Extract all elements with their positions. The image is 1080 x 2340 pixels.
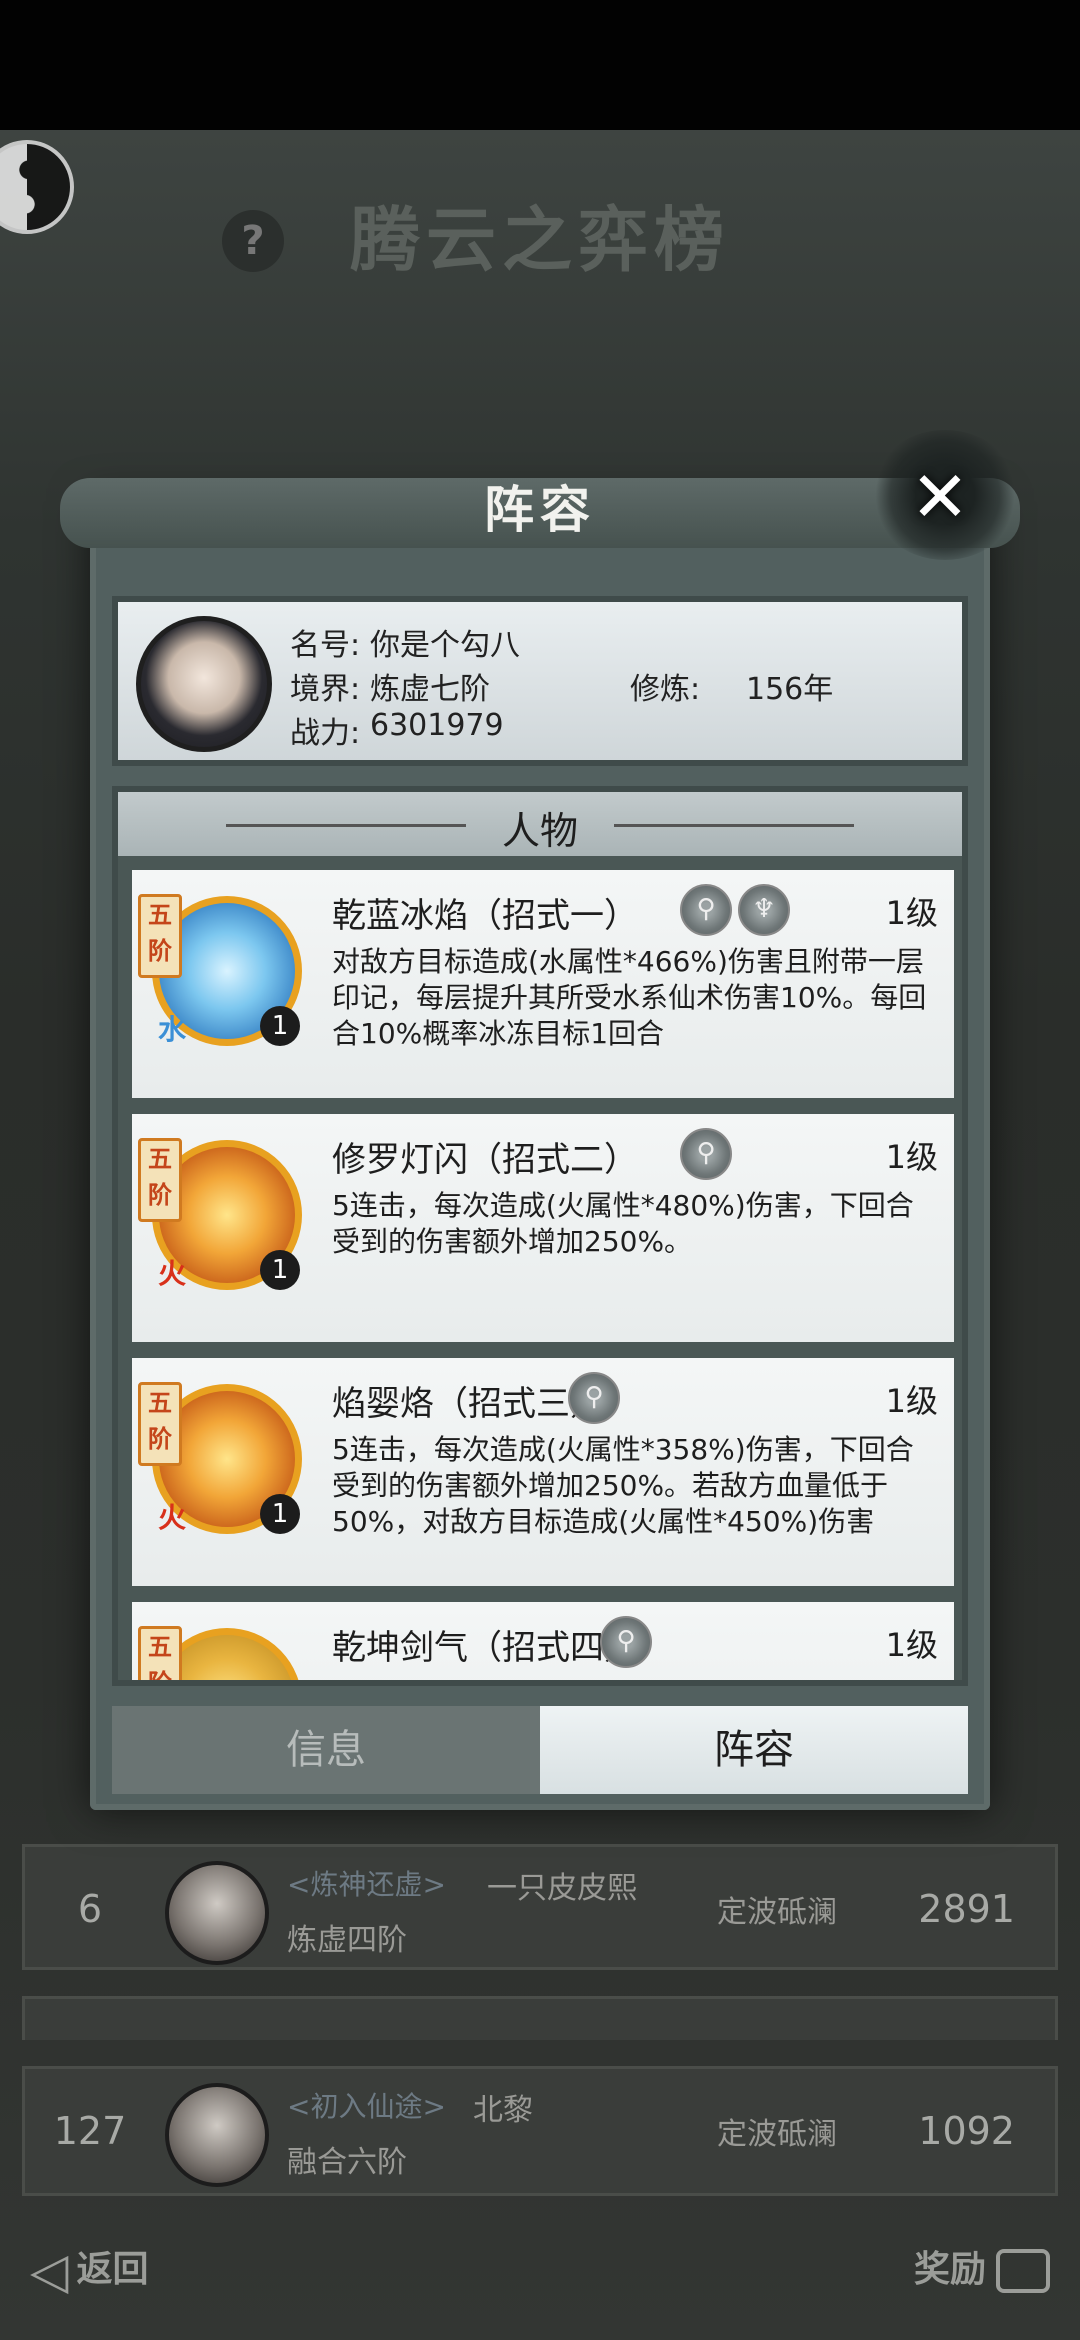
rune-icon[interactable]: ⚲ bbox=[600, 1616, 652, 1668]
rune-icon[interactable]: ⚲ bbox=[680, 884, 732, 936]
skill-count-badge: 1 bbox=[260, 1494, 300, 1534]
help-icon[interactable]: ? bbox=[222, 210, 284, 272]
realm-label: 境界: bbox=[290, 672, 361, 707]
row-realm: 炼虚四阶 bbox=[287, 1923, 407, 1958]
close-button[interactable]: ✕ bbox=[905, 462, 975, 532]
skill-name: 乾坤剑气（招式四） bbox=[332, 1628, 638, 1668]
tier-badge: 五阶 bbox=[138, 894, 182, 978]
modal-tab-bar: 信息 阵容 bbox=[112, 1706, 968, 1794]
realm-value: 炼虚七阶 bbox=[370, 672, 490, 707]
skill-count-badge: 1 bbox=[260, 1250, 300, 1290]
row-rank: 127 bbox=[53, 2109, 127, 2153]
row-power: 2891 bbox=[918, 1887, 1015, 1931]
status-bar bbox=[0, 0, 1080, 130]
rune-icon[interactable]: ⚲ bbox=[568, 1372, 620, 1424]
name-label: 名号: bbox=[290, 628, 361, 663]
skill-name: 修罗灯闪（招式二） bbox=[332, 1140, 638, 1180]
tier-badge: 五阶 bbox=[138, 1138, 182, 1222]
characters-panel[interactable]: 人物 五阶 水 1 乾蓝冰焰（招式一） ⚲ ♆ 1级 对敌方目标造成(水属性*4… bbox=[112, 786, 968, 1686]
rune-icon[interactable]: ⚲ bbox=[680, 1128, 732, 1180]
skill-card[interactable]: 五阶 水 1 乾蓝冰焰（招式一） ⚲ ♆ 1级 对敌方目标造成(水属性*466%… bbox=[132, 870, 954, 1098]
name-value: 你是个勾八 bbox=[370, 628, 520, 663]
fire-element-icon: 火 bbox=[158, 1501, 187, 1534]
back-arrow-icon: ◁ bbox=[30, 2242, 69, 2300]
player-profile-card: 名号: 你是个勾八 境界: 炼虚七阶 修炼: 156年 战力: 6301979 bbox=[112, 596, 968, 766]
cultivation-value: 156年 bbox=[746, 672, 834, 707]
tab-info[interactable]: 信息 bbox=[112, 1706, 540, 1794]
power-label: 战力: bbox=[290, 716, 361, 751]
skill-level: 1级 bbox=[885, 1382, 938, 1420]
row-player-name: 北黎 bbox=[473, 2093, 533, 2128]
power-value: 6301979 bbox=[370, 708, 504, 743]
skill-level: 1级 bbox=[885, 1626, 938, 1664]
tier-badge: 五阶 bbox=[138, 1382, 182, 1466]
header-divider-right bbox=[614, 824, 854, 827]
row-sect: 定波砥澜 bbox=[717, 1895, 837, 1930]
skill-count-badge: 1 bbox=[260, 1006, 300, 1046]
skill-description: 5连击，每次造成(火属性*480%)伤害，下回合受到的伤害额外增加250%。 bbox=[332, 1189, 914, 1258]
skill-name: 焰婴烙（招式三） bbox=[332, 1384, 604, 1424]
cultivation-label: 修炼: bbox=[630, 672, 701, 707]
avatar bbox=[165, 2083, 269, 2187]
section-header: 人物 bbox=[118, 792, 962, 856]
row-realm: 融合六阶 bbox=[287, 2145, 407, 2180]
rune-icon[interactable]: ♆ bbox=[738, 884, 790, 936]
skill-card[interactable]: 五阶 火 1 焰婴烙（招式三） ⚲ 1级 5连击，每次造成(火属性*358%)伤… bbox=[132, 1358, 954, 1586]
leaderboard-row[interactable]: 6 <炼神还虚> 一只皮皮熙 炼虚四阶 定波砥澜 2891 bbox=[22, 1844, 1058, 1970]
row-power: 1092 bbox=[918, 2109, 1015, 2153]
reward-label: 奖励 bbox=[913, 2249, 986, 2290]
skill-description: 对敌方目标造成(水属性*466%)伤害且附带一层印记，每层提升其所受水系仙术伤害… bbox=[332, 945, 927, 1050]
row-player-name: 一只皮皮熙 bbox=[487, 1871, 637, 1906]
tier-badge: 五阶 bbox=[138, 1626, 182, 1680]
skill-name: 乾蓝冰焰（招式一） bbox=[332, 896, 638, 936]
leaderboard-row-partial bbox=[22, 1996, 1058, 2040]
chest-icon bbox=[996, 2249, 1050, 2293]
skill-card[interactable]: 五阶 乾坤剑气（招式四） ⚲ 1级 bbox=[132, 1602, 954, 1680]
my-rank-row[interactable]: 127 <初入仙途> 北黎 融合六阶 定波砥澜 1092 bbox=[22, 2066, 1058, 2196]
row-title-tag: <炼神还虚> bbox=[287, 1868, 446, 1901]
leaderboard-title: 腾云之弈榜 bbox=[350, 198, 730, 281]
back-button[interactable]: ◁ 返回 bbox=[30, 2240, 148, 2300]
skill-card[interactable]: 五阶 火 1 修罗灯闪（招式二） ⚲ 1级 5连击，每次造成(火属性*480%)… bbox=[132, 1114, 954, 1342]
avatar bbox=[165, 1861, 269, 1965]
section-title: 人物 bbox=[501, 809, 578, 853]
fire-element-icon: 火 bbox=[158, 1257, 187, 1290]
water-element-icon: 水 bbox=[158, 1013, 187, 1046]
tab-lineup[interactable]: 阵容 bbox=[540, 1706, 968, 1794]
back-label: 返回 bbox=[76, 2249, 149, 2290]
row-title-tag: <初入仙途> bbox=[287, 2090, 446, 2123]
reward-button[interactable]: 奖励 bbox=[914, 2240, 1050, 2300]
skill-description: 5连击，每次造成(火属性*358%)伤害，下回合受到的伤害额外增加250%。若敌… bbox=[332, 1433, 914, 1538]
row-rank: 6 bbox=[77, 1887, 103, 1931]
row-sect: 定波砥澜 bbox=[717, 2117, 837, 2152]
skill-level: 1级 bbox=[885, 1138, 938, 1176]
player-avatar bbox=[136, 616, 272, 752]
skill-level: 1级 bbox=[885, 894, 938, 932]
